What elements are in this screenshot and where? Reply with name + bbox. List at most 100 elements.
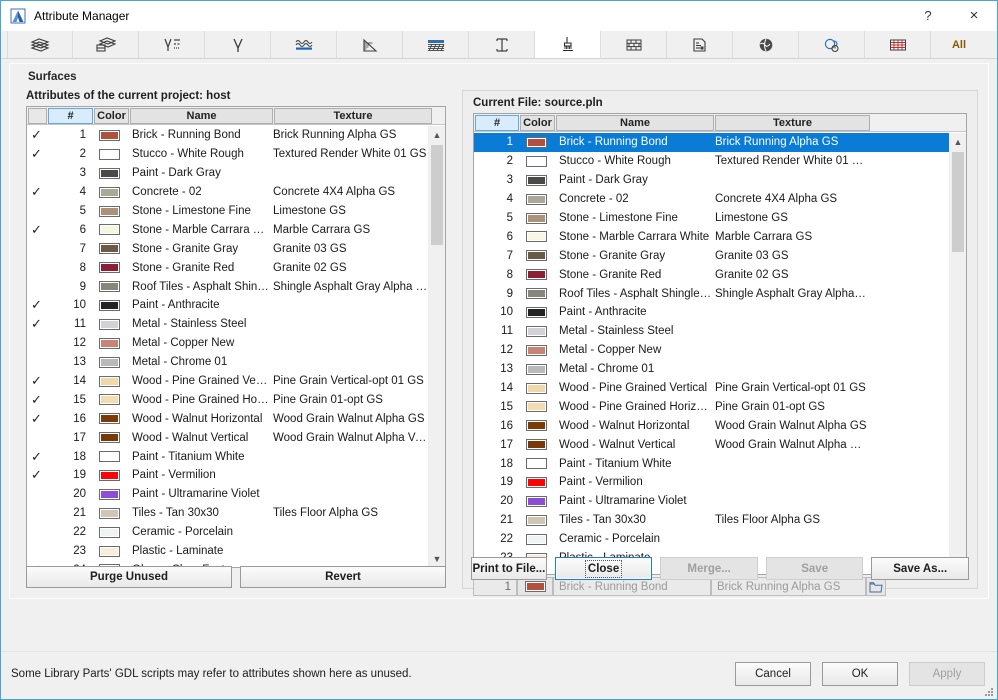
scroll-up-icon[interactable]: ▲ — [950, 133, 966, 150]
row-color-cell[interactable] — [518, 344, 554, 356]
resize-grip[interactable] — [983, 686, 994, 697]
row-color-cell[interactable] — [518, 193, 554, 205]
tab-composites[interactable] — [73, 31, 139, 58]
row-color-cell[interactable] — [91, 413, 127, 425]
scrollbar-thumb[interactable] — [952, 152, 964, 252]
tab-zone-categories[interactable] — [271, 31, 337, 58]
row-color-cell[interactable] — [91, 299, 127, 311]
ok-button[interactable]: OK — [822, 662, 898, 686]
table-row[interactable]: ✓ 19 Paint - Vermilion — [27, 466, 445, 485]
table-row[interactable]: 5 Stone - Limestone Fine Limestone GS — [27, 202, 445, 221]
column-header-texture[interactable]: Texture — [715, 115, 870, 131]
row-color-cell[interactable] — [91, 356, 127, 368]
table-row[interactable]: 23 Plastic - Laminate — [27, 542, 445, 561]
tab-schedules[interactable] — [865, 31, 931, 58]
row-color-cell[interactable] — [518, 231, 554, 243]
table-row[interactable]: 22 Ceramic - Porcelain — [27, 523, 445, 542]
tab-layer-combinations[interactable] — [337, 31, 403, 58]
table-row[interactable]: ✓ 16 Wood - Walnut Horizontal Wood Grain Wa… — [27, 409, 445, 428]
row-color-cell[interactable] — [91, 281, 127, 293]
row-use-checkmark[interactable]: ✓ — [27, 184, 46, 200]
column-header-name[interactable]: Name — [130, 108, 273, 124]
scroll-up-icon[interactable]: ▲ — [429, 126, 445, 143]
row-use-checkmark[interactable]: ✓ — [27, 127, 46, 143]
row-use-checkmark[interactable]: ✓ — [27, 316, 46, 332]
row-color-cell[interactable] — [518, 325, 554, 337]
table-row[interactable]: ✓ 11 Metal - Stainless Steel — [27, 315, 445, 334]
close-button[interactable]: Close — [554, 557, 653, 580]
row-color-cell[interactable] — [91, 375, 127, 387]
row-color-cell[interactable] — [91, 451, 127, 463]
table-row[interactable]: 19 Paint - Vermilion — [474, 473, 966, 492]
table-row[interactable]: 2 Stucco - White Rough Textured Render Whi… — [474, 152, 966, 171]
row-color-cell[interactable] — [518, 476, 554, 488]
table-row[interactable]: 9 Roof Tiles - Asphalt Shingle G… Shingle … — [474, 284, 966, 303]
apply-button[interactable]: Apply — [909, 662, 985, 686]
tab-city-blocks[interactable] — [601, 31, 667, 58]
table-row-selected[interactable]: 1 Brick - Running Bond Brick Running Alpha… — [474, 133, 966, 152]
table-row[interactable]: ✓ 2 Stucco - White Rough Textured Render Wh… — [27, 145, 445, 164]
tab-mep-systems[interactable] — [733, 31, 799, 58]
tab-operation-profiles[interactable] — [799, 31, 865, 58]
table-row[interactable]: 9 Roof Tiles - Asphalt Shingle Gr…Shingle… — [27, 277, 445, 296]
column-header-check[interactable] — [28, 108, 47, 124]
row-color-cell[interactable] — [91, 186, 127, 198]
table-row[interactable]: 14 Wood - Pine Grained Vertical Pine Grain… — [474, 379, 966, 398]
tab-pen-sets[interactable] — [205, 31, 271, 58]
table-row[interactable]: 17 Wood - Walnut Vertical Wood Grain Walnu… — [27, 428, 445, 447]
cancel-button[interactable]: Cancel — [735, 662, 811, 686]
scrollbar-thumb[interactable] — [431, 145, 443, 245]
table-row[interactable]: ✓ 1 Brick - Running Bond Brick Running Alph… — [27, 126, 445, 145]
row-color-cell[interactable] — [518, 514, 554, 526]
table-row[interactable]: 8 Stone - Granite Red Granite 02 GS — [27, 258, 445, 277]
table-row[interactable]: 16 Wood - Walnut Horizontal Wood Grain Wal… — [474, 416, 966, 435]
merge-button[interactable]: Merge... — [660, 557, 758, 580]
tab-surfaces[interactable] — [535, 31, 601, 58]
table-row[interactable]: 20 Paint - Ultramarine Violet — [474, 492, 966, 511]
row-color-cell[interactable] — [518, 495, 554, 507]
purge-unused-button[interactable]: Purge Unused — [26, 566, 232, 588]
save-as-button[interactable]: Save As... — [871, 557, 969, 580]
table-row[interactable]: 21 Tiles - Tan 30x30 Tiles Floor Alpha GS — [27, 504, 445, 523]
right-list-scrollbar[interactable]: ▲ ▼ — [949, 133, 966, 574]
row-use-checkmark[interactable]: ✓ — [27, 297, 46, 313]
revert-button[interactable]: Revert — [240, 566, 446, 588]
table-row[interactable]: ✓ 10 Paint - Anthracite — [27, 296, 445, 315]
table-row[interactable]: 13 Metal - Chrome 01 — [474, 360, 966, 379]
table-row[interactable]: 17 Wood - Walnut Vertical Wood Grain Walnu… — [474, 435, 966, 454]
row-color-cell[interactable] — [518, 401, 554, 413]
table-row[interactable]: 3 Paint - Dark Gray — [474, 171, 966, 190]
table-row[interactable]: 8 Stone - Granite Red Granite 02 GS — [474, 265, 966, 284]
column-header-texture[interactable]: Texture — [274, 108, 432, 124]
row-color-cell[interactable] — [91, 432, 127, 444]
table-row[interactable]: 5 Stone - Limestone Fine Limestone GS — [474, 209, 966, 228]
tab-all[interactable]: All — [931, 31, 987, 58]
row-color-cell[interactable] — [91, 318, 127, 330]
row-color-cell[interactable] — [518, 420, 554, 432]
scroll-down-icon[interactable]: ▼ — [429, 550, 445, 567]
row-color-cell[interactable] — [91, 545, 127, 557]
row-color-cell[interactable] — [91, 394, 127, 406]
row-use-checkmark[interactable]: ✓ — [27, 449, 46, 465]
column-header-number[interactable]: # — [48, 108, 93, 124]
row-use-checkmark[interactable]: ✓ — [27, 222, 46, 238]
table-row[interactable]: 10 Paint - Anthracite — [474, 303, 966, 322]
row-color-cell[interactable] — [518, 363, 554, 375]
close-icon[interactable]: × — [951, 1, 997, 30]
row-color-cell[interactable] — [518, 269, 554, 281]
column-header-color[interactable]: Color — [520, 115, 555, 131]
row-color-cell[interactable] — [91, 507, 127, 519]
table-row[interactable]: 7 Stone - Granite Gray Granite 03 GS — [27, 239, 445, 258]
row-color-cell[interactable] — [91, 337, 127, 349]
row-color-cell[interactable] — [91, 526, 127, 538]
row-color-cell[interactable] — [518, 533, 554, 545]
row-use-checkmark[interactable]: ✓ — [27, 392, 46, 408]
current-file-attributes-list[interactable]: # Color Name Texture 1 Brick - Running Bo… — [473, 113, 967, 575]
row-color-cell[interactable] — [91, 129, 127, 141]
table-row[interactable]: ✓ 4 Concrete - 02 Concrete 4X4 Alpha GS — [27, 183, 445, 202]
tab-line-types[interactable] — [139, 31, 205, 58]
table-row[interactable]: 7 Stone - Granite Gray Granite 03 GS — [474, 246, 966, 265]
row-color-cell[interactable] — [518, 458, 554, 470]
row-color-cell[interactable] — [518, 382, 554, 394]
column-header-color[interactable]: Color — [94, 108, 129, 124]
